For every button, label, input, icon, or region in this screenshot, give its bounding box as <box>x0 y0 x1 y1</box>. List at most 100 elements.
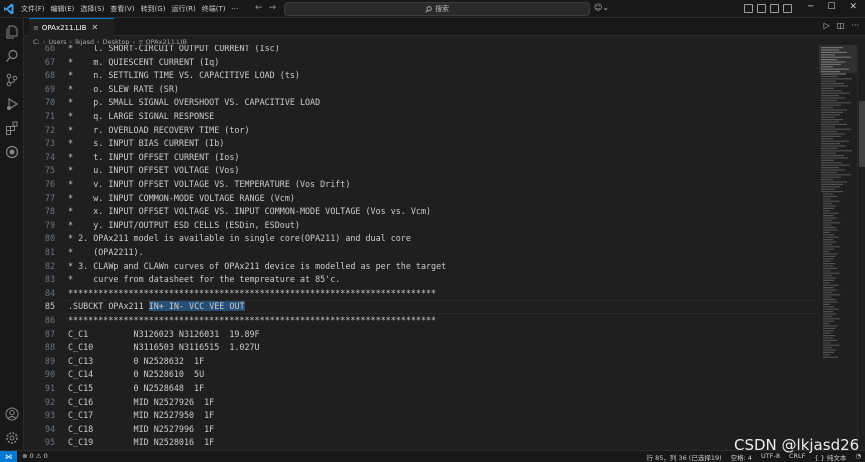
code-line[interactable]: 78 * x. INPUT OFFSET VOLTAGE VS. INPUT CO… <box>24 205 819 219</box>
code-text[interactable]: * 3. CLAWp and CLAWn curves of OPAx211 d… <box>68 260 446 274</box>
more-actions-icon[interactable]: ··· <box>851 21 859 30</box>
code-text[interactable]: * x. INPUT OFFSET VOLTAGE VS. INPUT COMM… <box>68 205 431 219</box>
code-text[interactable]: * r. OVERLOAD RECOVERY TIME (tor) <box>68 124 250 138</box>
toggle-secondary-sidebar-icon[interactable] <box>770 4 779 13</box>
copilot-icon[interactable]: ☺⌄ <box>594 3 609 12</box>
code-text[interactable]: ****************************************… <box>68 314 436 328</box>
code-line[interactable]: 85 .SUBCKT OPAx211 IN+ IN- VCC VEE OUT <box>24 300 819 314</box>
code-text[interactable]: .SUBCKT OPAx211 IN+ IN- VCC VEE OUT <box>68 300 245 314</box>
scrollbar-thumb[interactable] <box>859 101 865 167</box>
code-text[interactable]: * s. INPUT BIAS CURRENT (Ib) <box>68 137 224 151</box>
forward-arrow-icon[interactable]: → <box>269 3 277 15</box>
code-line[interactable]: 94 C_C18 MID N2527996 1F <box>24 423 819 437</box>
code-line[interactable]: 67 * m. QUIESCENT CURRENT (Iq) <box>24 56 819 70</box>
run-file-icon[interactable]: ▷ <box>824 21 830 30</box>
command-center-search[interactable]: 搜索 <box>284 2 590 16</box>
menu-go[interactable]: 转到(G) <box>141 4 166 14</box>
code-line[interactable]: 69 * o. SLEW RATE (SR) <box>24 83 819 97</box>
code-text[interactable]: * p. SMALL SIGNAL OVERSHOOT VS. CAPACITI… <box>68 96 320 110</box>
code-line[interactable]: 66 * l. SHORT-CIRCUIT OUTPUT CURRENT (Isc… <box>24 45 819 56</box>
code-text[interactable]: * w. INPUT COMMON-MODE VOLTAGE RANGE (Vc… <box>68 192 295 206</box>
code-text[interactable]: C_C10 N3116503 N3116515 1.027U <box>68 341 260 355</box>
remote-icon[interactable]: ⋈ <box>0 451 17 462</box>
settings-gear-icon[interactable] <box>5 430 19 444</box>
menu-edit[interactable]: 编辑(E) <box>51 4 75 14</box>
menu-run[interactable]: 运行(R) <box>171 4 195 14</box>
code-line[interactable]: 70 * p. SMALL SIGNAL OVERSHOOT VS. CAPACI… <box>24 96 819 110</box>
code-line[interactable]: 71 * q. LARGE SIGNAL RESPONSE <box>24 110 819 124</box>
code-line[interactable]: 91 C_C15 0 N2528648 1F <box>24 382 819 396</box>
maximize-icon[interactable]: ☐ <box>827 2 835 12</box>
code-text[interactable]: C_C18 MID N2527996 1F <box>68 423 214 437</box>
code-line[interactable]: 75 * u. INPUT OFFSET VOLTAGE (Vos) <box>24 164 819 178</box>
code-line[interactable]: 86 **************************************… <box>24 314 819 328</box>
menu-terminal[interactable]: 终端(T) <box>202 4 226 14</box>
code-line[interactable]: 84 **************************************… <box>24 287 819 301</box>
code-text[interactable]: * o. SLEW RATE (SR) <box>68 83 179 97</box>
code-text[interactable]: * curve from datasheet for the tempreatu… <box>68 273 340 287</box>
code-text[interactable]: * 2. OPAx211 model is available in singl… <box>68 232 411 246</box>
code-text[interactable]: * l. SHORT-CIRCUIT OUTPUT CURRENT (Isc) <box>68 45 280 56</box>
code-text[interactable]: C_C15 0 N2528648 1F <box>68 382 204 396</box>
code-text[interactable]: C_C19 MID N2528016 1F <box>68 436 214 450</box>
code-text[interactable]: * y. INPUT/OUTPUT ESD CELLS (ESDin, ESDo… <box>68 219 300 233</box>
code-text[interactable]: * n. SETTLING TIME VS. CAPACITIVE LOAD (… <box>68 69 300 83</box>
code-line[interactable]: 79 * y. INPUT/OUTPUT ESD CELLS (ESDin, ES… <box>24 219 819 233</box>
code-line[interactable]: 76 * v. INPUT OFFSET VOLTAGE VS. TEMPERAT… <box>24 178 819 192</box>
code-text[interactable]: * m. QUIESCENT CURRENT (Iq) <box>68 56 219 70</box>
menu-selection[interactable]: 选择(S) <box>80 4 104 14</box>
minimize-icon[interactable]: ─ <box>808 2 813 12</box>
code-line[interactable]: 68 * n. SETTLING TIME VS. CAPACITIVE LOAD… <box>24 69 819 83</box>
menu-view[interactable]: 查看(V) <box>110 4 134 14</box>
menu-more[interactable]: ··· <box>232 5 239 13</box>
close-tab-icon[interactable]: ✕ <box>91 23 98 32</box>
code-text[interactable]: C_C16 MID N2527926 1F <box>68 396 214 410</box>
code-editor[interactable]: 66 * l. SHORT-CIRCUIT OUTPUT CURRENT (Isc… <box>24 45 819 450</box>
code-line[interactable]: 90 C_C14 0 N2528610 5U <box>24 368 819 382</box>
code-text[interactable]: C_C17 MID N2527950 1F <box>68 409 214 423</box>
code-text[interactable]: * t. INPUT OFFSET CURRENT (Ios) <box>68 151 239 165</box>
problems-indicator[interactable]: ⊗ 0 ⚠ 0 <box>22 452 48 460</box>
code-line[interactable]: 82 * 3. CLAWp and CLAWn curves of OPAx211… <box>24 260 819 274</box>
code-line[interactable]: 93 C_C17 MID N2527950 1F <box>24 409 819 423</box>
code-text[interactable]: * v. INPUT OFFSET VOLTAGE VS. TEMPERATUR… <box>68 178 350 192</box>
source-control-icon[interactable] <box>5 72 19 87</box>
code-line[interactable]: 77 * w. INPUT COMMON-MODE VOLTAGE RANGE (… <box>24 192 819 206</box>
toggle-panel-icon[interactable] <box>757 4 766 13</box>
code-line[interactable]: 95 C_C19 MID N2528016 1F <box>24 436 819 450</box>
minimap-slider[interactable] <box>819 45 857 73</box>
customize-layout-icon[interactable] <box>783 4 792 13</box>
code-line[interactable]: 83 * curve from datasheet for the temprea… <box>24 273 819 287</box>
code-line[interactable]: 88 C_C10 N3116503 N3116515 1.027U <box>24 341 819 355</box>
code-text[interactable]: * u. INPUT OFFSET VOLTAGE (Vos) <box>68 164 239 178</box>
code-text[interactable]: * (OPA2211). <box>68 246 144 260</box>
close-window-icon[interactable]: ✕ <box>850 2 858 12</box>
vertical-scrollbar[interactable] <box>857 45 865 450</box>
toggle-primary-sidebar-icon[interactable] <box>744 4 753 13</box>
search-icon[interactable] <box>5 48 19 62</box>
extensions-icon[interactable] <box>5 120 19 135</box>
code-text[interactable]: C_C1 N3126023 N3126031 19.89F <box>68 328 260 342</box>
code-line[interactable]: 92 C_C16 MID N2527926 1F <box>24 396 819 410</box>
code-text[interactable]: * q. LARGE SIGNAL RESPONSE <box>68 110 214 124</box>
run-debug-icon[interactable] <box>5 96 19 110</box>
split-editor-icon[interactable]: ◫ <box>837 21 845 30</box>
code-text[interactable]: C_C13 0 N2528632 1F <box>68 355 204 369</box>
back-arrow-icon[interactable]: ← <box>255 3 263 15</box>
code-text[interactable]: ****************************************… <box>68 287 436 301</box>
code-line[interactable]: 74 * t. INPUT OFFSET CURRENT (Ios) <box>24 151 819 165</box>
remote-explorer-icon[interactable] <box>5 144 19 159</box>
code-line[interactable]: 80 * 2. OPAx211 model is available in sin… <box>24 232 819 246</box>
tab-opax211-lib[interactable]: ≡ OPAx211.LIB ✕ <box>29 18 114 36</box>
explorer-icon[interactable] <box>5 24 19 39</box>
code-line[interactable]: 89 C_C13 0 N2528632 1F <box>24 355 819 369</box>
code-text[interactable]: C_C14 0 N2528610 5U <box>68 368 204 382</box>
code-line[interactable]: 81 * (OPA2211). <box>24 246 819 260</box>
menu-file[interactable]: 文件(F) <box>21 4 45 14</box>
code-line[interactable]: 72 * r. OVERLOAD RECOVERY TIME (tor) <box>24 124 819 138</box>
code-line[interactable]: 87 C_C1 N3126023 N3126031 19.89F <box>24 328 819 342</box>
cursor-position[interactable]: 行 85，列 36 (已选择19) <box>647 452 722 462</box>
minimap[interactable] <box>819 45 857 450</box>
code-line[interactable]: 73 * s. INPUT BIAS CURRENT (Ib) <box>24 137 819 151</box>
text-selection[interactable]: IN+ IN- VCC VEE OUT <box>148 301 245 312</box>
